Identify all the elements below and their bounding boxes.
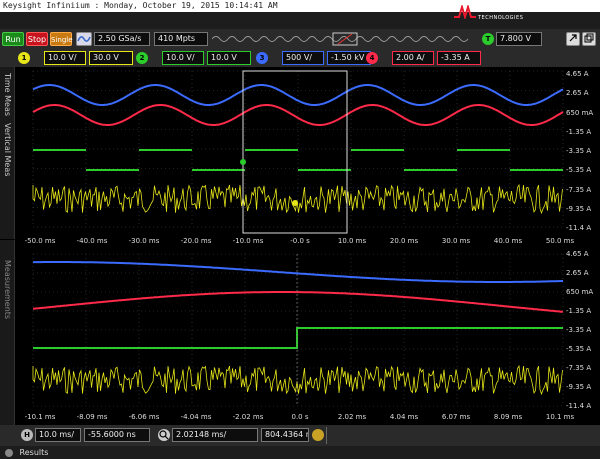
brand-name: KEYSIGHT: [478, 4, 539, 15]
channel-3-offset-field[interactable]: -1.50 kV: [327, 51, 371, 65]
window-restore-button[interactable]: [582, 32, 596, 46]
time-meas-tab-label[interactable]: Time Meas: [3, 73, 12, 116]
zoom-time-label: -6.06 ms: [128, 413, 160, 421]
trigger-overview: [211, 32, 474, 46]
main-vertical-scale-label: -5.35 A: [566, 166, 592, 175]
autoscale-button[interactable]: [76, 32, 92, 46]
zoom-time-label: -4.04 ms: [180, 413, 212, 421]
zoom-vertical-scale-label: 4.65 A: [566, 250, 589, 258]
ch1-marker: [292, 200, 298, 206]
ch2-zoom-trace: [33, 327, 563, 349]
side-tab-meas[interactable]: Time Meas Vertical Meas: [0, 67, 15, 239]
results-expand-icon[interactable]: [5, 448, 13, 457]
zoom-time-label: 10.1 ms: [545, 413, 575, 421]
main-vertical-scale-label: -9.35 A: [566, 204, 592, 213]
main-time-label: 10.0 ms: [337, 237, 367, 245]
zoom-time-label: 4.04 ms: [389, 413, 419, 421]
main-time-label: -10.0 ms: [232, 237, 264, 245]
channel-3-badge[interactable]: 3: [256, 52, 268, 64]
zoom-vertical-scale-label: -11.4 A: [566, 402, 592, 410]
main-time-label: -40.0 ms: [76, 237, 108, 245]
lock-icon[interactable]: [312, 429, 324, 441]
main-waveform-area[interactable]: [15, 67, 600, 247]
zoom-waveform-area[interactable]: [15, 248, 600, 425]
channel-1-offset-field[interactable]: 30.0 V: [89, 51, 133, 65]
horizontal-scale-field[interactable]: 10.0 ms/: [35, 428, 81, 442]
zoom-vertical-scale-label: 2.65 A: [566, 269, 589, 277]
menu-toggle-button[interactable]: [566, 32, 580, 46]
zoom-vertical-scale-label: 650 mA: [566, 288, 594, 296]
results-label: Results: [19, 448, 49, 457]
keysight-logo: KEYSIGHT TECHNOLOGIES: [452, 1, 592, 25]
autoscale-icon: [77, 36, 91, 42]
main-time-label: -30.0 ms: [128, 237, 160, 245]
side-tab-measurements[interactable]: Measurements: [0, 240, 15, 425]
channel-4-badge[interactable]: 4: [366, 52, 378, 64]
zoom-waveform-svg: [32, 253, 564, 407]
main-time-label: -0.0 s: [290, 237, 310, 245]
acquisition-toolbar: KEYSIGHT TECHNOLOGIES: [0, 4, 600, 29]
channel-4-offset-field[interactable]: -3.35 A: [437, 51, 481, 65]
main-waveform-svg: [32, 70, 564, 234]
main-time-label: 50.0 ms: [545, 237, 575, 245]
channel-3-scale-field[interactable]: 500 V/: [282, 51, 324, 65]
single-button[interactable]: Single: [50, 32, 73, 46]
timebase-bar: H 10.0 ms/ -55.6000 ns 2.02148 ms/ 804.4…: [0, 425, 600, 446]
zoom-icon[interactable]: [158, 429, 170, 441]
channel-2-badge[interactable]: 2: [136, 52, 148, 64]
zoom-time-label: -10.1 ms: [24, 413, 56, 421]
main-vertical-scale-label: 4.65 A: [566, 70, 589, 78]
zoom-position-field[interactable]: 804.4364 ns: [261, 428, 309, 442]
results-bar[interactable]: Results: [0, 446, 600, 459]
zoom-time-label: 8.09 ms: [493, 413, 523, 421]
main-vertical-scale-label: -3.35 A: [566, 147, 592, 155]
main-time-label: 20.0 ms: [389, 237, 419, 245]
bar-divider: [326, 427, 327, 444]
zoom-time-label: -8.09 ms: [76, 413, 108, 421]
ch1-switch-trace: [32, 183, 563, 215]
main-vertical-scale-label: -11.4 A: [566, 224, 592, 232]
channel-4-scale-field[interactable]: 2.00 A/: [392, 51, 434, 65]
zoom-vertical-scale-label: -9.35 A: [566, 383, 592, 391]
main-time-label: -20.0 ms: [180, 237, 212, 245]
main-time-label: -50.0 ms: [24, 237, 56, 245]
zoom-time-label: 0.0 s: [291, 413, 309, 421]
keysight-wave-icon: [454, 5, 476, 19]
sample-rate-field[interactable]: 2.50 GSa/s: [94, 32, 150, 46]
zoom-vertical-scale-label: -5.35 A: [566, 345, 592, 353]
horizontal-badge[interactable]: H: [21, 429, 33, 441]
channel-2-offset-field[interactable]: 10.0 V: [207, 51, 251, 65]
zoom-vertical-scale-label: -7.35 A: [566, 364, 592, 372]
horizontal-position-field[interactable]: -55.6000 ns: [84, 428, 150, 442]
zoom-time-label: 2.02 ms: [337, 413, 367, 421]
main-vertical-scale-label: -1.35 A: [566, 127, 592, 136]
brand-sub: TECHNOLOGIES: [478, 15, 524, 21]
main-vertical-scale-label: 650 mA: [566, 108, 594, 117]
vertical-meas-tab-label[interactable]: Vertical Meas: [3, 123, 12, 176]
zoom-time-label: 6.07 ms: [441, 413, 471, 421]
channel-2-scale-field[interactable]: 10.0 V/: [162, 51, 204, 65]
trigger-badge[interactable]: T: [482, 33, 494, 45]
trigger-marker: [240, 159, 246, 165]
channel-1-badge[interactable]: 1: [18, 52, 30, 64]
zoom-time-label: -2.02 ms: [232, 413, 264, 421]
stop-button[interactable]: Stop: [26, 32, 48, 46]
channel-1-scale-field[interactable]: 10.0 V/: [44, 51, 86, 65]
main-time-label: 40.0 ms: [493, 237, 523, 245]
trigger-level-field[interactable]: 7.800 V: [496, 32, 542, 46]
run-button[interactable]: Run: [2, 32, 24, 46]
zoom-vertical-scale-label: -1.35 A: [566, 307, 592, 315]
measurements-tab-label[interactable]: Measurements: [3, 260, 12, 319]
memory-depth-field[interactable]: 410 Mpts: [154, 32, 208, 46]
restore-icon: [584, 33, 594, 43]
expand-icon: [569, 34, 577, 42]
main-time-label: 30.0 ms: [441, 237, 471, 245]
zoom-scale-field[interactable]: 2.02148 ms/: [172, 428, 258, 442]
main-vertical-scale-label: 2.65 A: [566, 89, 589, 98]
zoom-vertical-scale-label: -3.35 A: [566, 326, 592, 334]
main-vertical-scale-label: -7.35 A: [566, 185, 592, 194]
channel-row: 1 10.0 V/30.0 V 2 10.0 V/10.0 V 3 500 V/-1.50…: [0, 50, 600, 66]
